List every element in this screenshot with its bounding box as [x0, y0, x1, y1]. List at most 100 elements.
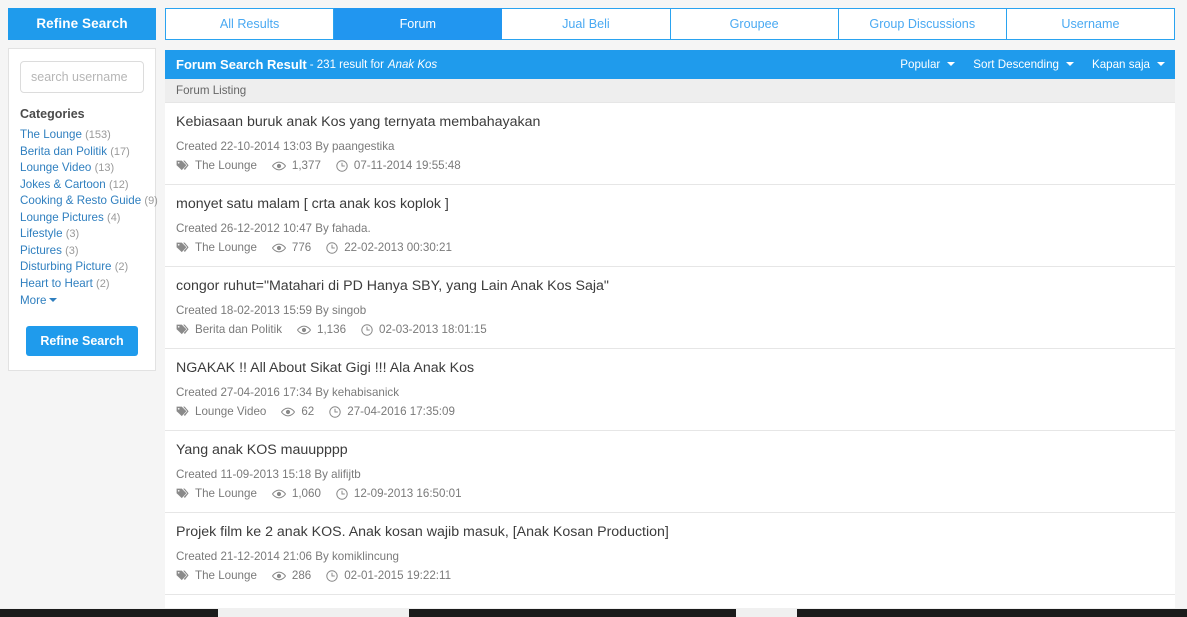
sidebar-panel: Categories The Lounge (153)Berita dan Po…: [8, 48, 158, 371]
result-category: The Lounge: [195, 159, 257, 172]
category-count: (4): [107, 211, 121, 224]
result-category-group[interactable]: The Lounge: [176, 486, 257, 501]
chevron-down-icon: [947, 61, 956, 66]
sort-label: Kapan saja: [1091, 58, 1150, 71]
clock-icon: [361, 323, 373, 336]
category-link[interactable]: Lounge Video: [20, 161, 91, 174]
result-meta: The Lounge 286 02-01-2015 19:22:11: [176, 568, 1164, 583]
chevron-down-icon: [49, 298, 58, 303]
result-title[interactable]: Projek film ke 2 anak KOS. Anak kosan wa…: [176, 523, 1164, 542]
result-created: Created 22-10-2014 13:03 By paangestika: [176, 140, 395, 153]
result-item: congor ruhut="Matahari di PD Hanya SBY, …: [165, 267, 1175, 349]
result-category: The Lounge: [195, 569, 257, 582]
result-created: Created 21-12-2014 21:06 By komiklincung: [176, 550, 399, 563]
category-link[interactable]: Lounge Pictures: [20, 211, 104, 224]
category-row: Lounge Video (13): [20, 160, 144, 177]
panel-title: Forum Search Result: [176, 57, 307, 72]
result-meta: The Lounge 776 22-02-2013 00:30:21: [176, 240, 1164, 255]
clock-icon: [336, 159, 348, 172]
more-label: More: [20, 294, 47, 307]
result-lastpost-group: 02-01-2015 19:22:11: [326, 568, 451, 583]
tab-group-discussions[interactable]: Group Discussions: [838, 8, 1007, 40]
category-link[interactable]: Lifestyle: [20, 227, 63, 240]
category-count: (12): [108, 178, 129, 191]
result-meta: The Lounge 1,060 12-09-2013 16:50:01: [176, 486, 1164, 501]
result-created: Created 26-12-2012 10:47 By fahada.: [176, 222, 371, 235]
result-item: Kebiasaan buruk anak Kos yang ternyata m…: [165, 103, 1175, 185]
result-created: Created 18-02-2013 15:59 By singob: [176, 304, 367, 317]
result-last-post: 27-04-2016 17:35:09: [347, 405, 455, 418]
category-link[interactable]: Berita dan Politik: [20, 145, 107, 158]
result-last-post: 02-01-2015 19:22:11: [344, 569, 452, 582]
result-title[interactable]: congor ruhut="Matahari di PD Hanya SBY, …: [176, 277, 1164, 296]
result-last-post: 12-09-2013 16:50:01: [353, 487, 462, 500]
tab-jual-beli[interactable]: Jual Beli: [502, 8, 671, 40]
refine-search-button[interactable]: Refine Search: [26, 325, 138, 356]
sort-label: Sort Descending: [973, 58, 1059, 71]
result-meta: Berita dan Politik 1,136 02-03-2013 18:01:…: [176, 322, 1164, 337]
scrollbar-thumb-right[interactable]: [797, 609, 1187, 617]
scrollbar-thumb-left[interactable]: [0, 609, 218, 617]
result-views-group: 1,060: [271, 486, 321, 501]
categories-title: Categories: [20, 107, 85, 121]
results-list: Kebiasaan buruk anak Kos yang ternyata m…: [165, 103, 1175, 595]
result-title[interactable]: monyet satu malam [ crta anak kos koplok…: [176, 195, 1164, 214]
result-views: 286: [291, 569, 312, 582]
tag-icon: [176, 160, 189, 171]
result-category: The Lounge: [195, 241, 257, 254]
result-category-group[interactable]: The Lounge: [176, 158, 257, 173]
clock-icon: [326, 241, 338, 254]
horizontal-scrollbar[interactable]: [0, 608, 1187, 617]
category-row: Jokes & Cartoon (12): [20, 177, 144, 194]
panel-search-query: Anak Kos: [387, 58, 438, 71]
category-link[interactable]: Pictures: [20, 244, 62, 257]
tab-all-results[interactable]: All Results: [165, 8, 335, 40]
result-category-group[interactable]: Lounge Video: [176, 404, 266, 419]
tag-icon: [176, 242, 189, 253]
panel-result-count: - 231 result for: [309, 58, 384, 71]
search-results-page: Refine Search Categories The Lounge (153…: [0, 0, 1187, 617]
result-last-post: 22-02-2013 00:30:21: [344, 241, 452, 254]
result-category: Lounge Video: [195, 405, 267, 418]
eye-icon: [271, 161, 286, 171]
sort-controls: Popular Sort Descending Kapan saja: [882, 58, 1165, 71]
result-views-group: 62: [281, 404, 314, 419]
tab-username[interactable]: Username: [1006, 8, 1176, 40]
result-category-group[interactable]: Berita dan Politik: [176, 322, 282, 337]
sort-label: Popular: [900, 58, 941, 71]
sort-dropdown-kapan-saja[interactable]: Kapan saja: [1092, 58, 1165, 71]
search-username-input[interactable]: [20, 61, 144, 93]
tag-icon: [176, 570, 189, 581]
forum-listing-label: Forum Listing: [176, 84, 247, 97]
result-views: 1,377: [291, 159, 321, 172]
forum-listing-bar: Forum Listing: [165, 79, 1175, 103]
categories-list: The Lounge (153) Berita dan Politik (17) L…: [20, 127, 158, 292]
result-category: Berita dan Politik: [195, 323, 282, 336]
category-count: (9): [144, 195, 158, 207]
category-link[interactable]: Disturbing Picture: [20, 260, 112, 273]
result-meta: The Lounge 1,377 07-11-2014 19:55:48: [176, 158, 1164, 173]
sort-dropdown-popular[interactable]: Popular: [900, 58, 956, 71]
sort-dropdown-sort-descending[interactable]: Sort Descending: [973, 58, 1074, 71]
tab-groupee[interactable]: Groupee: [670, 8, 839, 40]
result-views: 62: [301, 405, 315, 418]
result-last-post: 02-03-2013 18:01:15: [379, 323, 487, 336]
scrollbar-thumb-mid[interactable]: [409, 609, 736, 617]
result-title[interactable]: NGAKAK !! All About Sikat Gigi !!! Ala A…: [176, 359, 1164, 378]
category-link[interactable]: Cooking & Resto Guide: [20, 194, 141, 207]
more-categories-toggle[interactable]: More: [20, 293, 144, 310]
category-count: (17): [110, 145, 130, 158]
tab-forum[interactable]: Forum: [334, 8, 503, 40]
category-link[interactable]: Heart to Heart: [20, 277, 93, 290]
result-meta: Lounge Video 62 27-04-2016 17:35:09: [176, 404, 1164, 419]
result-views-group: 776: [271, 240, 311, 255]
eye-icon: [271, 243, 286, 253]
category-row: Pictures (3): [20, 243, 144, 260]
result-title[interactable]: Kebiasaan buruk anak Kos yang ternyata m…: [176, 113, 1164, 132]
category-link[interactable]: Jokes & Cartoon: [20, 178, 106, 191]
result-category-group[interactable]: The Lounge: [176, 568, 257, 583]
result-category-group[interactable]: The Lounge: [176, 240, 257, 255]
category-row: Cooking & Resto Guide (9): [20, 193, 158, 210]
category-link[interactable]: The Lounge: [20, 128, 82, 141]
result-title[interactable]: Yang anak KOS mauupppp: [176, 441, 1164, 460]
